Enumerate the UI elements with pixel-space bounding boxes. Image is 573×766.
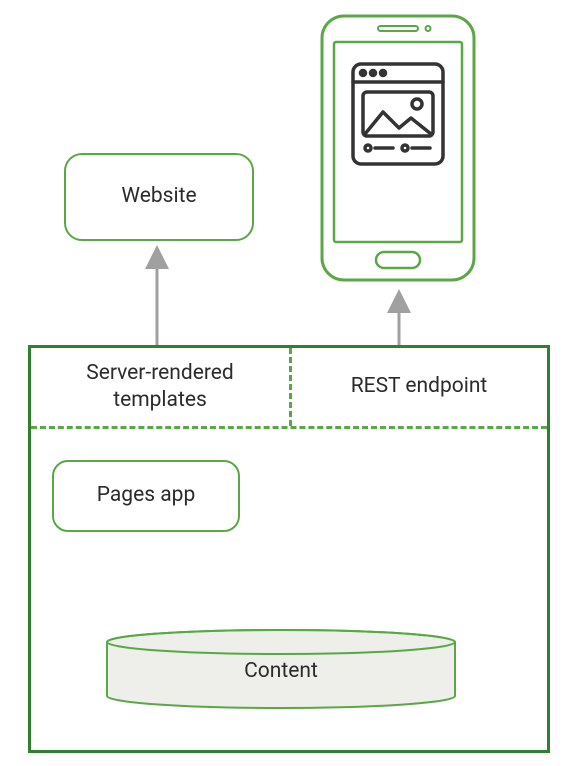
server-rendered-templates-label: Server-rendered templates	[37, 360, 283, 415]
rest-endpoint-cell: REST endpoint	[289, 348, 549, 426]
pages-app-label: Pages app	[97, 482, 196, 509]
website-node: Website	[64, 153, 254, 241]
diagram-stage: Website	[0, 0, 573, 766]
divider-horizontal	[31, 426, 547, 429]
server-rendered-templates-cell: Server-rendered templates	[31, 348, 289, 426]
mobile-device-icon	[318, 12, 478, 284]
pages-app-node: Pages app	[52, 460, 240, 532]
rest-endpoint-label: REST endpoint	[351, 373, 488, 400]
content-label: Content	[244, 659, 318, 683]
content-label-wrap: Content	[105, 658, 457, 685]
website-label: Website	[121, 183, 196, 210]
